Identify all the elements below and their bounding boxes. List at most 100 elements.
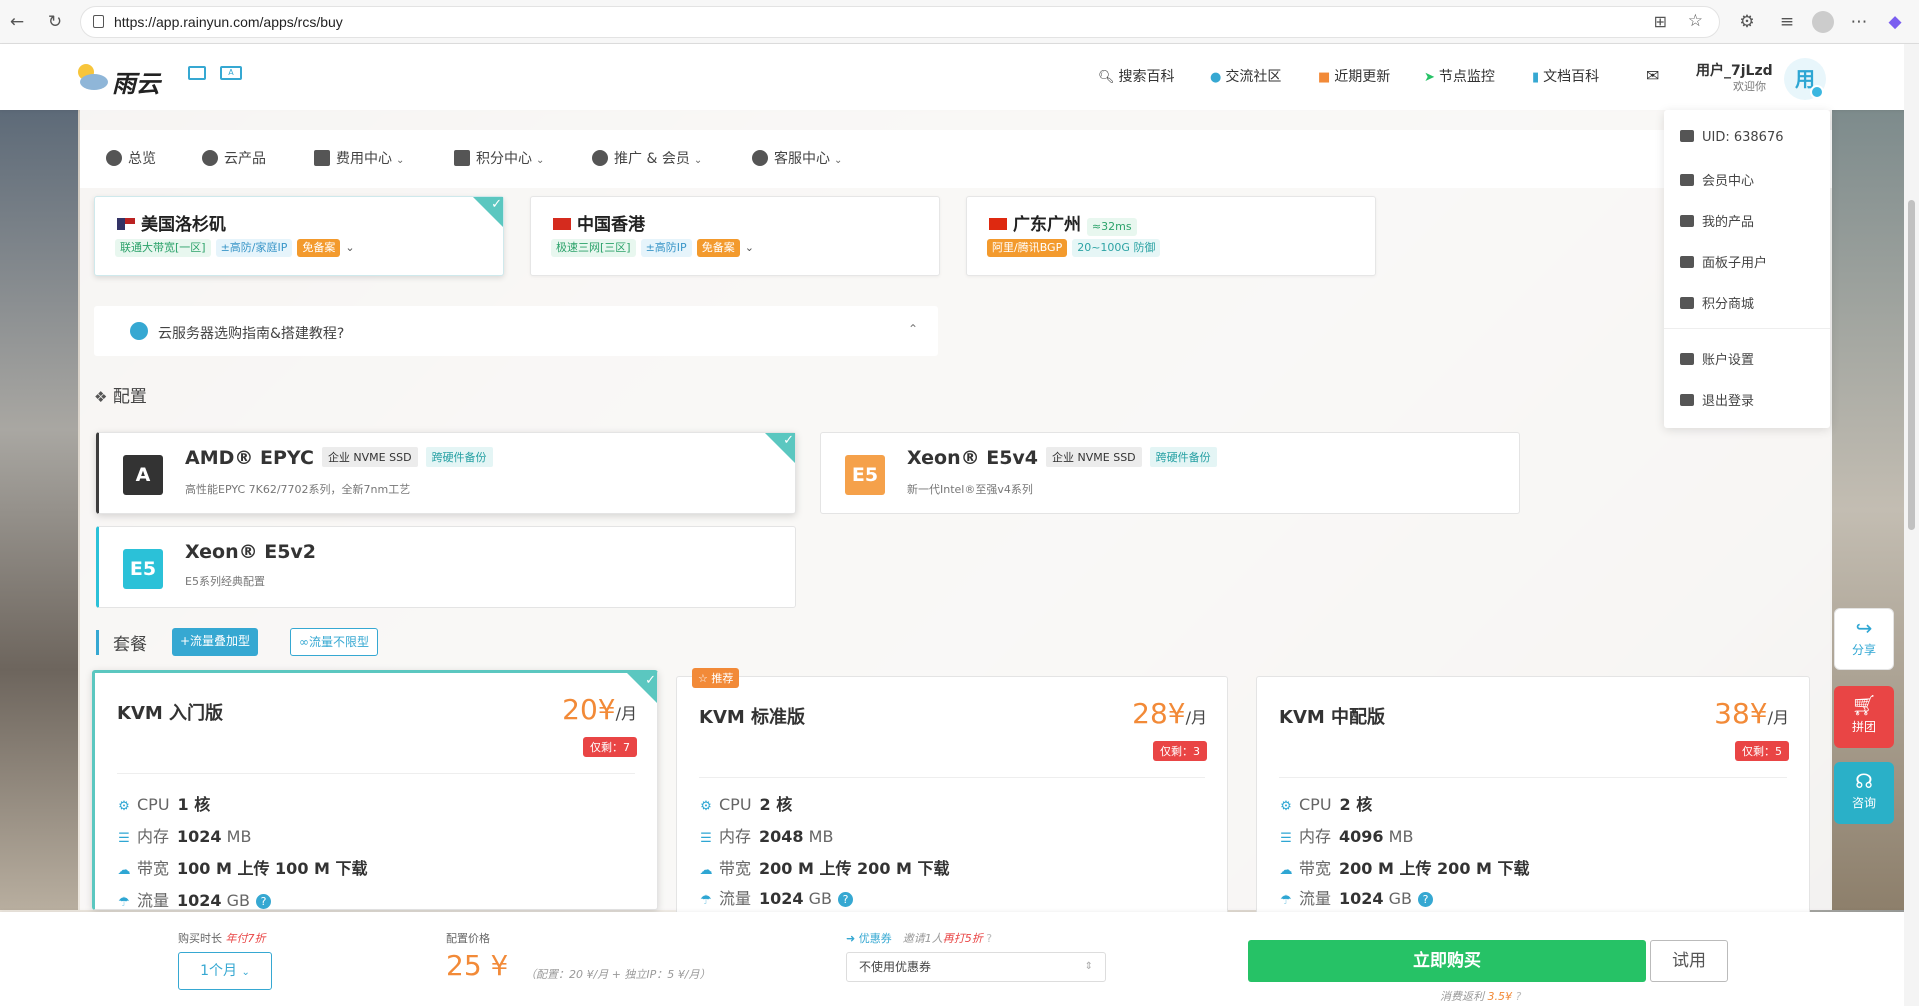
divider xyxy=(117,773,635,774)
logo-icon xyxy=(78,64,108,90)
coupon-label: ➜ 优惠券 邀请1人再打5折 ? xyxy=(846,932,993,945)
nav-search[interactable]: 🔍︎ 搜索百科 xyxy=(1098,66,1175,86)
menu-sub-users[interactable]: 面板子用户 xyxy=(1680,252,1767,271)
translate-icon[interactable]: A xyxy=(220,66,242,80)
help-icon[interactable]: ? xyxy=(1418,892,1434,907)
spec-cpu: ⚙ CPU 1 核 xyxy=(118,795,211,814)
guide-text: 云服务器选购指南&搭建教程? xyxy=(158,326,345,342)
menu-my-products[interactable]: 我的产品 xyxy=(1680,211,1754,230)
help-icon[interactable]: ? xyxy=(1516,990,1522,1003)
reload-icon[interactable]: ↻ xyxy=(44,11,66,33)
user-menu: UID: 638676 会员中心 我的产品 面板子用户 积分商城 账户设置 退出… xyxy=(1664,110,1830,428)
duration-label: 购买时长 年付7折 xyxy=(178,932,266,945)
member-icon xyxy=(1680,174,1694,186)
us-flag-icon xyxy=(117,218,135,230)
cpu-icon: ⚙ xyxy=(700,799,712,814)
spec-memory: ☰ 内存 4096 MB xyxy=(1280,827,1414,846)
users-icon xyxy=(1680,256,1694,268)
purchase-guide[interactable]: 云服务器选购指南&搭建教程? ⌃ xyxy=(94,306,938,356)
cn-flag-icon xyxy=(989,218,1007,230)
subnav-promotion[interactable]: 推广 & 会员 ⌄ xyxy=(592,148,702,168)
consult-button[interactable]: ☊ 咨询 xyxy=(1834,762,1894,824)
tag-ip: ±高防/家庭IP xyxy=(215,239,293,257)
extensions-icon[interactable]: ⚙ xyxy=(1736,11,1758,33)
plan-card-mid[interactable]: KVM 中配版 38¥/月 仅剩：5 ⚙ CPU 2 核 ☰ 内存 4096 MB ☁ 带… xyxy=(1256,676,1810,916)
plan-name: KVM 入门版 xyxy=(117,703,224,724)
nav-community[interactable]: ● 交流社区 xyxy=(1210,66,1281,86)
nav-updates[interactable]: ■ 近期更新 xyxy=(1318,66,1390,86)
region-name: 美国洛杉矶 xyxy=(117,210,226,235)
stock-badge: 仅剩：5 xyxy=(1735,741,1789,761)
copilot-icon[interactable]: ◆ xyxy=(1884,11,1906,33)
help-icon[interactable]: ? xyxy=(986,932,992,945)
filter-traffic-unlimited[interactable]: ∞流量不限型 xyxy=(290,628,378,656)
trial-button[interactable]: 试用 xyxy=(1650,940,1728,982)
config-card-xeon-e5v2[interactable]: E5 Xeon® E5v2 E5系列经典配置 xyxy=(96,526,796,608)
region-tags: 极速三网[三区] ±高防IP 免备案 ⌄ xyxy=(551,239,754,257)
star-icon[interactable]: ☆ xyxy=(1688,11,1703,31)
duration-select[interactable]: 1个月 ⌄ xyxy=(178,952,272,990)
coupon-icon: ➜ xyxy=(846,932,856,945)
plan-name: KVM 标准版 xyxy=(699,707,806,728)
traffic-icon: ☂ xyxy=(1280,893,1292,908)
username[interactable]: 用户_7jLzd xyxy=(1696,60,1773,80)
chevron-down-icon[interactable]: ⌄ xyxy=(345,241,354,254)
region-tags: 阿里/腾讯BGP 20~100G 防御 xyxy=(987,239,1165,257)
subnav-points[interactable]: 积分中心 ⌄ xyxy=(454,148,544,168)
nav-docs[interactable]: ▮ 文档百科 xyxy=(1532,66,1599,86)
tag-backup: 跨硬件备份 xyxy=(425,447,493,467)
config-desc: E5系列经典配置 xyxy=(185,575,265,588)
monitor-icon: ➤ xyxy=(1424,70,1435,85)
back-icon[interactable]: ← xyxy=(6,11,28,33)
chevron-down-icon[interactable]: ⌄ xyxy=(745,241,754,254)
billing-icon xyxy=(314,150,330,166)
share-button[interactable]: ↪ 分享 xyxy=(1834,608,1894,670)
spec-traffic: ☂ 流量 1024 GB? xyxy=(699,885,854,909)
plans-section-title: 套餐 xyxy=(96,630,147,655)
chevron-up-icon[interactable]: ⌃ xyxy=(908,322,918,336)
selected-check-icon xyxy=(627,673,657,703)
group-buy-button[interactable]: 🛒︎ 拼团 xyxy=(1834,686,1894,748)
menu-account-settings[interactable]: 账户设置 xyxy=(1680,349,1754,368)
spec-cpu: ⚙ CPU 2 核 xyxy=(700,795,793,814)
box-icon xyxy=(1680,215,1694,227)
image-icon[interactable] xyxy=(188,66,206,80)
menu-logout[interactable]: 退出登录 xyxy=(1680,390,1754,409)
region-card-los-angeles[interactable]: 美国洛杉矶 联通大带宽[一区] ±高防/家庭IP 免备案 ⌄ xyxy=(94,196,504,276)
logo-text[interactable]: 雨云 xyxy=(112,64,160,99)
subnav-products[interactable]: 云产品 xyxy=(202,148,266,168)
help-icon[interactable]: ? xyxy=(838,892,854,907)
subnav-overview[interactable]: 总览 xyxy=(106,148,156,168)
config-card-xeon-e5v4[interactable]: E5 Xeon® E5v4 企业 NVME SSD 跨硬件备份 新一代Intel®至… xyxy=(820,432,1520,514)
plan-card-standard[interactable]: KVM 标准版 28¥/月 仅剩：3 ⚙ CPU 2 核 ☰ 内存 2048 MB ☁ 带… xyxy=(676,676,1228,916)
menu-member-center[interactable]: 会员中心 xyxy=(1680,170,1754,189)
divider xyxy=(1279,777,1787,778)
coupon-select[interactable]: 不使用优惠券 ⇕ xyxy=(846,952,1106,982)
more-icon[interactable]: ⋯ xyxy=(1848,11,1870,33)
profile-icon[interactable] xyxy=(1812,11,1834,33)
address-bar[interactable]: https://app.rainyun.com/apps/rcs/buy ⊞ ☆ xyxy=(80,6,1720,38)
nav-monitor[interactable]: ➤ 节点监控 xyxy=(1424,66,1495,86)
config-card-amd-epyc[interactable]: A AMD® EPYC 企业 NVME SSD 跨硬件备份 高性能EPYC 7K62… xyxy=(96,432,796,514)
spec-bandwidth: ☁ 带宽 200 M 上传 200 M 下载 xyxy=(1279,859,1530,878)
selected-check-icon xyxy=(473,197,503,227)
filter-traffic-stack[interactable]: +流量叠加型 xyxy=(172,628,259,656)
plan-price: 20¥/月 xyxy=(562,693,637,726)
help-icon[interactable]: ? xyxy=(256,894,272,909)
region-card-guangzhou[interactable]: 广东广州 ≈32ms 阿里/腾讯BGP 20~100G 防御 xyxy=(966,196,1376,276)
buy-now-button[interactable]: 立即购买 xyxy=(1248,940,1646,982)
menu-points-mall[interactable]: 积分商城 xyxy=(1680,293,1754,312)
menu-uid[interactable]: UID: 638676 xyxy=(1680,130,1784,145)
scrollbar-thumb[interactable] xyxy=(1908,200,1915,530)
background-art-left xyxy=(0,110,78,910)
subnav-billing[interactable]: 费用中心 ⌄ xyxy=(314,148,404,168)
plan-card-entry[interactable]: KVM 入门版 20¥/月 仅剩：7 ⚙ CPU 1 核 ☰ 内存 1024 MB ☁ 带… xyxy=(92,670,658,910)
apps-icon[interactable]: ⊞ xyxy=(1654,12,1667,31)
sort-icon: ⇕ xyxy=(1084,961,1093,972)
config-name: AMD® EPYC 企业 NVME SSD 跨硬件备份 xyxy=(185,447,493,469)
mail-icon[interactable]: ✉ xyxy=(1646,66,1659,85)
favorites-icon[interactable]: ≡ xyxy=(1776,11,1798,33)
region-card-hong-kong[interactable]: 中国香港 极速三网[三区] ±高防IP 免备案 ⌄ xyxy=(530,196,940,276)
memory-icon: ☰ xyxy=(1280,831,1292,846)
subnav-support[interactable]: 客服中心 ⌄ xyxy=(752,148,842,168)
